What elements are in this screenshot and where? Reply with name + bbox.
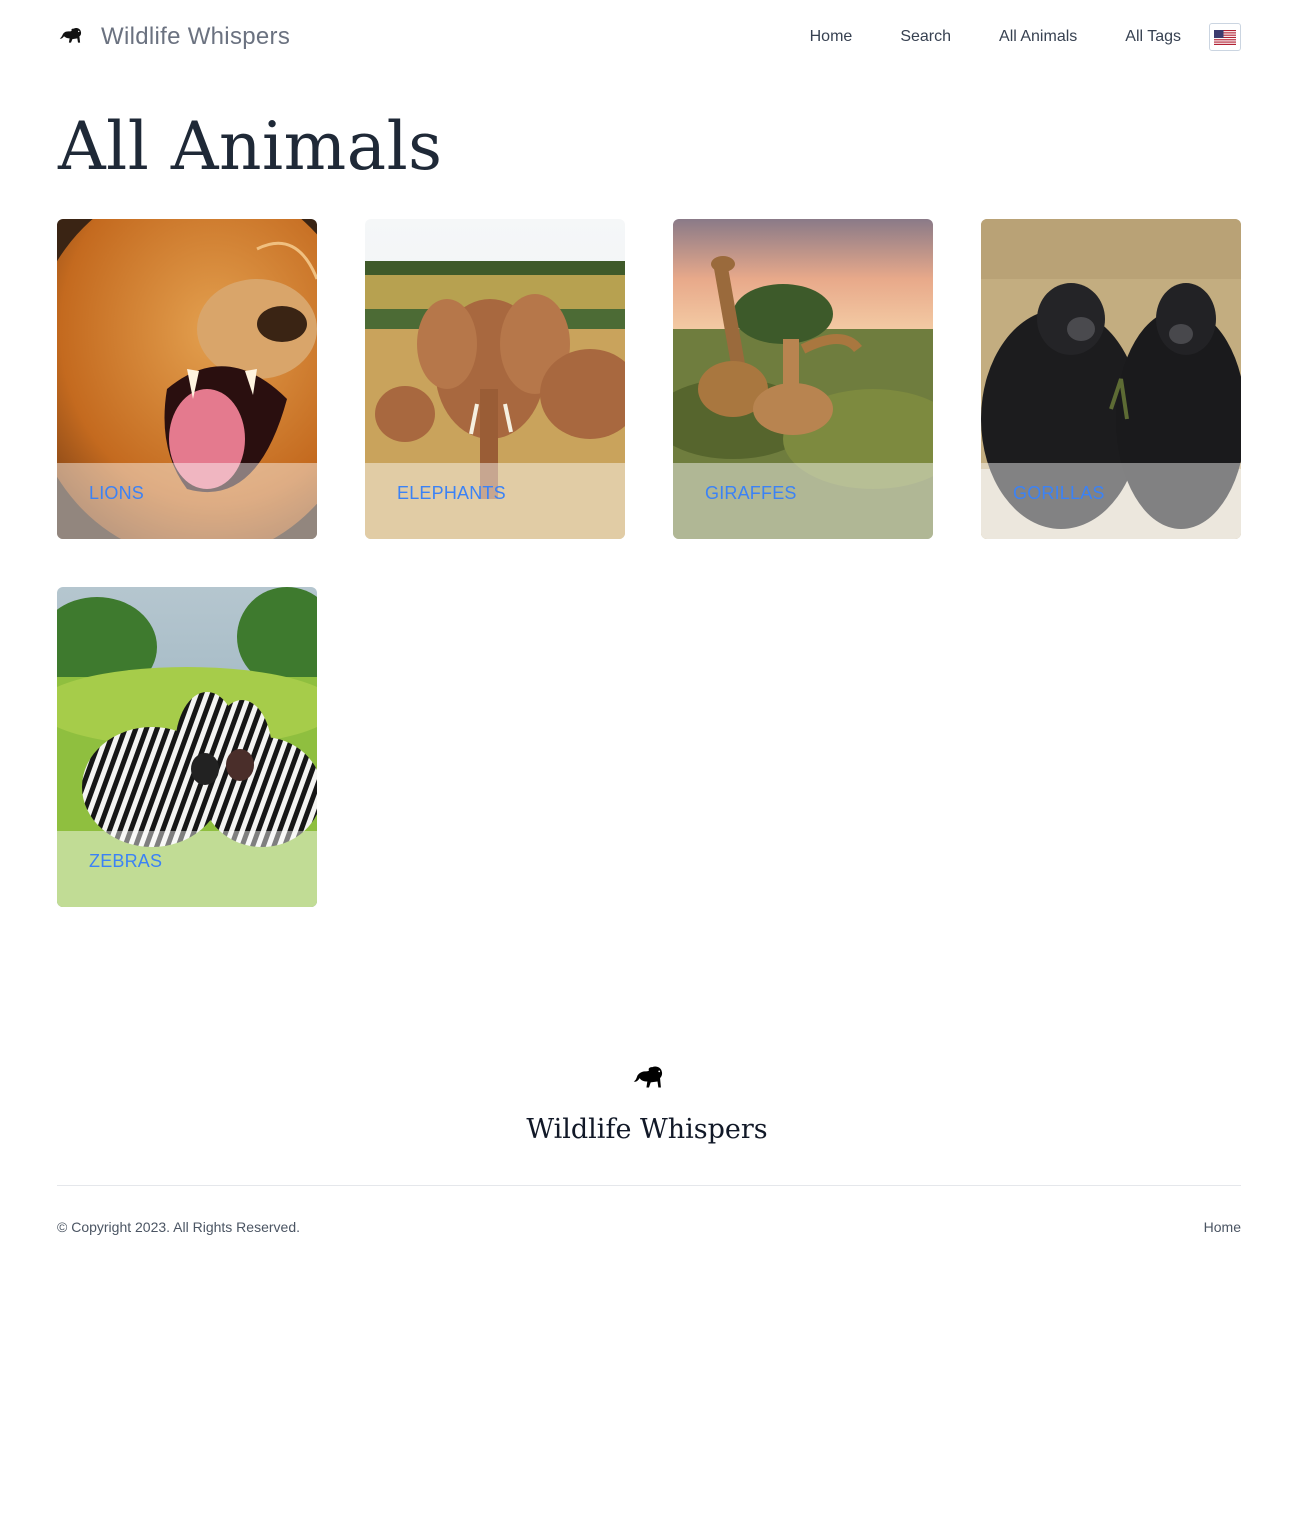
us-flag-icon (1214, 29, 1236, 45)
main-nav: Home Search All Animals All Tags (810, 23, 1241, 51)
site-header: Wildlife Whispers Home Search All Animal… (57, 0, 1241, 74)
animal-card-label: ZEBRAS (89, 851, 163, 871)
language-selector[interactable] (1209, 23, 1241, 51)
footer-brand-name: Wildlife Whispers (526, 1114, 768, 1145)
copyright-text: © Copyright 2023. All Rights Reserved. (57, 1219, 300, 1235)
animal-card-elephants[interactable]: ELEPHANTS (365, 219, 625, 539)
nav-search[interactable]: Search (900, 28, 951, 46)
animal-card-giraffes[interactable]: GIRAFFES (673, 219, 933, 539)
animal-card-label: ELEPHANTS (397, 483, 506, 503)
animal-card-gorillas[interactable]: GORILLAS (981, 219, 1241, 539)
nav-all-tags[interactable]: All Tags (1125, 28, 1181, 46)
animal-card-label: GIRAFFES (705, 483, 797, 503)
animal-card-zebras[interactable]: ZEBRAS (57, 587, 317, 907)
page-title: All Animals (58, 108, 443, 185)
brand-name: Wildlife Whispers (101, 23, 291, 50)
lion-logo-icon (633, 1066, 663, 1088)
footer-home-link[interactable]: Home (1204, 1219, 1241, 1235)
nav-home[interactable]: Home (810, 28, 853, 46)
animal-card-lions[interactable]: LIONS (57, 219, 317, 539)
lion-logo-icon (59, 28, 82, 43)
animal-card-label: LIONS (89, 483, 145, 503)
animal-card-label: GORILLAS (1013, 483, 1105, 503)
footer-divider (57, 1185, 1241, 1186)
nav-all-animals[interactable]: All Animals (999, 28, 1077, 46)
brand-link[interactable]: Wildlife Whispers (57, 23, 290, 51)
